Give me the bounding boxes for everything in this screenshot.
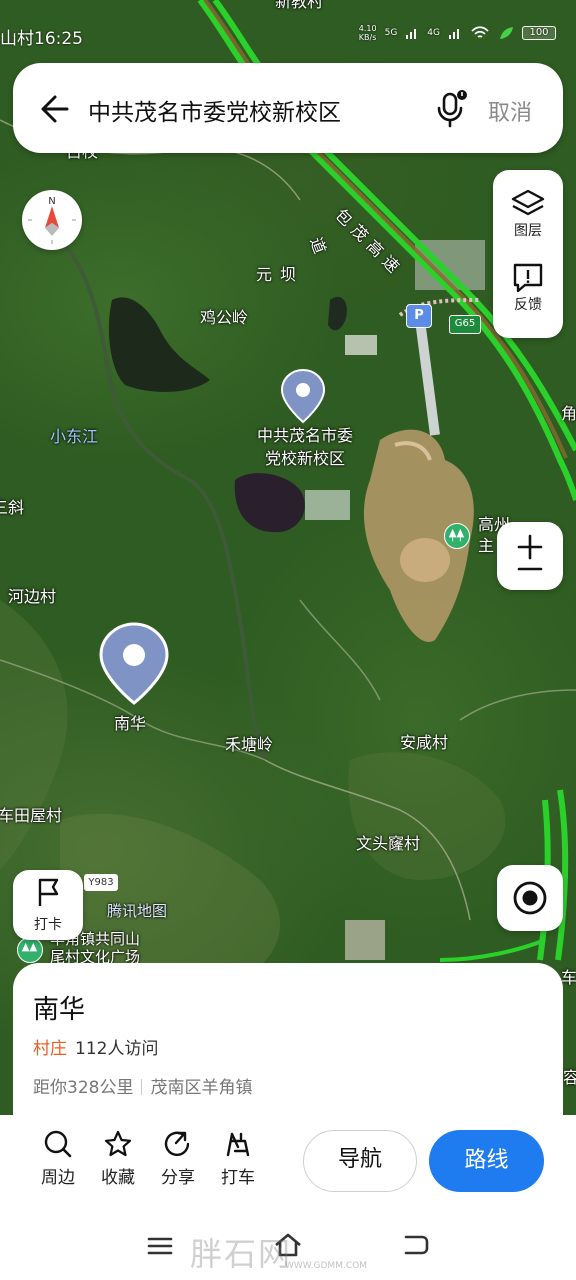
region-text: 茂南区羊角镇 [150,1078,253,1098]
signal-icon [449,29,459,39]
location-pin-icon [99,622,169,705]
share-label: 分享 [161,1168,195,1188]
place-meta: 村庄 112人访问 [33,1034,158,1059]
river-label: 小东江 [50,427,99,446]
map-label: 三斜 [0,498,25,517]
visit-count: 112人访问 [75,1039,159,1059]
poi-name-line2: 党校新校区 [264,449,345,468]
leaf-icon [500,27,513,39]
search-bar[interactable]: 中共茂名市委党校新校区 取消 [13,63,563,153]
parking-icon[interactable]: P [406,304,432,328]
back-arrow-icon[interactable] [35,91,71,127]
map-tools-panel: 图层 反馈 [493,170,563,338]
feedback-label: 反馈 [514,297,542,313]
net-speed-value: 4.10 [358,24,377,33]
zoom-plus-minus-icon [517,534,543,571]
place-detail-card[interactable]: 南华 村庄 112人访问 距你328公里 茂南区羊角镇 [13,963,563,1123]
distance-text: 距你328公里 [33,1078,134,1098]
selected-place-label: 南华 [114,714,147,733]
compass-icon: N [28,196,76,244]
poi-pin[interactable] [280,368,326,428]
net-speed-unit: KB/s [358,33,377,42]
place-type-badge: 村庄 [33,1039,67,1059]
status-carrier-text: 山村 [0,29,34,49]
checkin-button[interactable]: 打卡 [13,870,83,940]
nearby-button[interactable]: 周边 [30,1129,86,1188]
action-bar: 周边 收藏 分享 打车 导航 路线 [0,1115,576,1215]
map-label: 鸡公岭 [200,308,249,327]
net-speed: 4.10 KB/s [359,24,377,42]
tree-icon [21,942,38,952]
search-query[interactable]: 中共茂名市委党校新校区 [88,93,341,127]
signal-4g-label: 4G [427,28,440,38]
locate-icon [513,881,547,915]
parking-label: P [414,308,424,323]
route-button[interactable]: 路线 [429,1130,544,1192]
map-label: 角 [561,404,576,423]
status-time: 山村16:25 [0,24,83,49]
map-label: 主 [478,536,495,555]
place-name: 南华 [33,995,86,1025]
taxi-label: 打车 [221,1168,255,1188]
layers-label: 图层 [514,223,542,239]
nearby-label: 周边 [41,1168,75,1188]
map-label: 河边村 [8,587,57,606]
map-label: 容 [563,1068,576,1087]
park-icon[interactable] [444,523,470,549]
map-label: 新教村 [275,0,324,11]
map-label: 车田屋村 [0,806,63,825]
poi-name-line1: 中共茂名市委 [256,426,353,445]
watermark-url: WWW.GDMM.COM [285,1261,367,1271]
battery-indicator: 100 [522,26,556,40]
system-navigation-bar: 胖石网 WWW.GDMM.COM [0,1215,576,1280]
tree-icon [448,528,465,542]
compass-button[interactable]: N [22,190,82,250]
place-location: 距你328公里 茂南区羊角镇 [33,1073,252,1098]
cancel-button[interactable]: 取消 [488,95,532,127]
location-pin-icon [280,368,326,424]
taxi-icon [226,1132,250,1157]
search-icon [44,1130,72,1158]
map-label: 车 [561,968,576,987]
back-icon[interactable] [400,1233,430,1259]
road-code-badge: Y983 [84,874,118,891]
my-location-button[interactable] [497,865,563,931]
taxi-button[interactable]: 打车 [210,1129,266,1188]
park-icon[interactable] [17,937,43,963]
wifi-icon [471,26,489,38]
signal-5g-label: 5G [384,28,398,38]
divider [141,1079,143,1095]
clock: 16:25 [34,29,83,49]
signal-icon [406,29,417,39]
selected-location-pin[interactable] [98,621,170,711]
svg-text:N: N [48,196,55,207]
favorite-button[interactable]: 收藏 [90,1129,146,1188]
zoom-control[interactable] [497,522,563,590]
feedback-icon [513,263,543,293]
share-icon [164,1131,190,1156]
checkin-label: 打卡 [34,917,62,933]
map-label: 文头窿村 [356,834,421,853]
star-icon [104,1130,132,1157]
map-label: 元坝 [256,265,305,284]
microphone-icon[interactable] [433,88,469,128]
flag-icon [38,878,59,906]
map-view[interactable]: 新教村 古校 包茂高速 道 元坝 鸡公岭 小东江 三斜 角 河边村 禾塘岭 安咸… [0,0,576,1120]
feedback-button[interactable]: 反馈 [493,262,563,314]
navigate-button[interactable]: 导航 [303,1130,417,1192]
highway-shield: G65 [449,315,481,334]
map-label: 安咸村 [400,733,449,752]
layers-button[interactable]: 图层 [493,188,563,240]
map-label: 禾塘岭 [225,735,274,754]
favorite-label: 收藏 [101,1168,135,1188]
watermark-logo: 胖石网 [190,1235,293,1273]
share-button[interactable]: 分享 [150,1129,206,1188]
status-bar: 山村16:25 4.10 KB/s 5G 4G 100 [0,20,576,50]
map-brand-label: 腾讯地图 [107,902,168,920]
layers-icon [511,189,545,216]
status-icons: 4.10 KB/s 5G 4G 100 [359,24,556,42]
menu-icon[interactable] [146,1235,174,1257]
